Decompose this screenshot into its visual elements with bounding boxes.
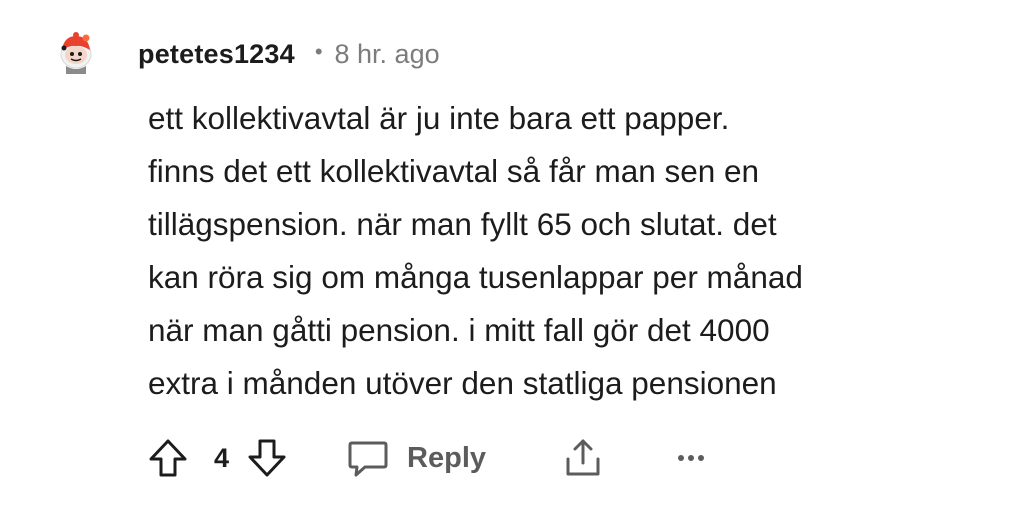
avatar[interactable] — [52, 28, 100, 76]
share-button[interactable] — [562, 437, 604, 479]
more-options-button[interactable] — [676, 452, 706, 464]
reply-label: Reply — [407, 441, 487, 474]
comment-body: ett kollektivavtal är ju inte bara ett p… — [148, 92, 1008, 410]
comment-meta: petetes1234 • 8 hr. ago — [138, 34, 440, 74]
comment-line: tillägspension. när man fyllt 65 och slu… — [148, 206, 777, 242]
comment-line: finns det ett kollektivavtal så får man … — [148, 153, 760, 189]
arrow-down-icon — [248, 439, 286, 477]
upvote-button[interactable] — [146, 436, 190, 480]
timestamp[interactable]: 8 hr. ago — [335, 39, 440, 70]
comment-line: när man gåtti pension. i mitt fall gör d… — [148, 312, 770, 348]
comment-line: ett kollektivavtal är ju inte bara ett p… — [148, 100, 730, 136]
vote-count: 4 — [214, 442, 230, 473]
downvote-button[interactable] — [245, 436, 289, 480]
reply-button[interactable]: Reply — [347, 437, 486, 479]
comment-line: kan röra sig om många tusenlappar per må… — [148, 259, 803, 295]
speech-bubble-icon — [348, 441, 388, 477]
share-icon — [566, 439, 600, 476]
comment: petetes1234 • 8 hr. ago ett kollektivavt… — [0, 0, 1024, 522]
comment-line: extra i månden utöver den statliga pensi… — [148, 365, 777, 401]
ellipsis-icon — [678, 455, 705, 461]
username[interactable]: petetes1234 — [138, 39, 295, 70]
comment-actions: 4 Reply — [146, 434, 706, 482]
meta-separator: • — [314, 39, 323, 64]
arrow-up-icon — [149, 439, 187, 477]
snoo-avatar-icon — [60, 32, 92, 74]
